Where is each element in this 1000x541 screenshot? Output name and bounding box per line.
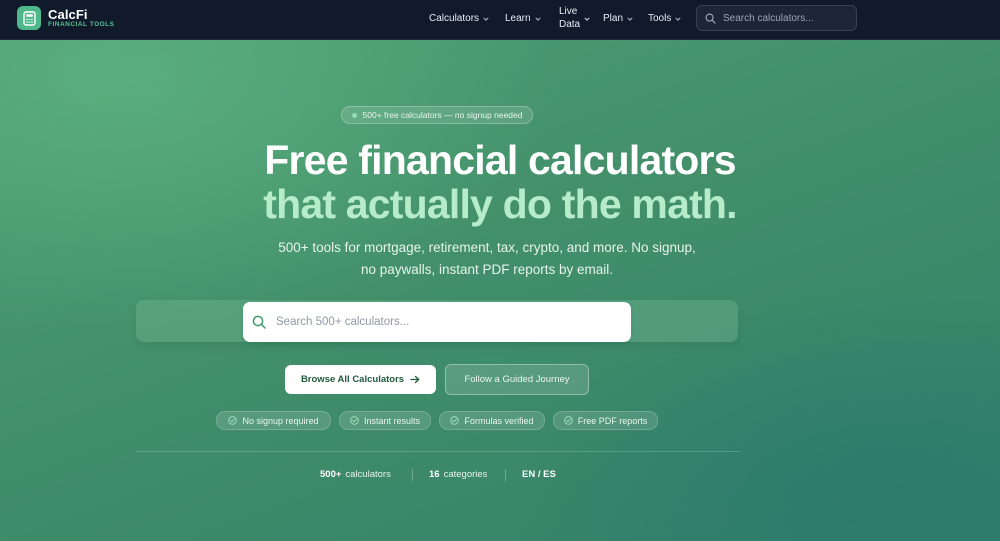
stat-calculators: 500+ calculators bbox=[320, 469, 391, 480]
stat-label: categories bbox=[443, 469, 488, 480]
button-label: Follow a Guided Journey bbox=[464, 374, 570, 385]
top-navbar: CalcFi FINANCIAL TOOLS Calculators Learn… bbox=[0, 0, 1000, 40]
hero-search-box[interactable] bbox=[243, 302, 631, 342]
chevron-down-icon bbox=[627, 17, 633, 21]
stat-label: calculators bbox=[345, 469, 391, 480]
chevron-down-icon bbox=[675, 17, 681, 21]
badge-label: Formulas verified bbox=[464, 415, 534, 426]
nav-item-tools[interactable]: Tools bbox=[648, 13, 681, 24]
nav-item-plan[interactable]: Plan bbox=[603, 13, 633, 24]
language-toggle[interactable]: EN / ES bbox=[522, 469, 556, 480]
feature-badge-formulas-verified: Formulas verified bbox=[439, 411, 545, 430]
browse-all-calculators-button[interactable]: Browse All Calculators bbox=[285, 365, 436, 394]
nav-search-input[interactable] bbox=[723, 12, 853, 24]
announcement-pill: 500+ free calculators — no signup needed bbox=[341, 106, 533, 124]
check-circle-icon bbox=[564, 416, 573, 425]
hero-headline-accent: that actually do the math. bbox=[263, 181, 737, 227]
feature-badge-free-pdf: Free PDF reports bbox=[553, 411, 658, 430]
brand-subtitle: FINANCIAL TOOLS bbox=[48, 21, 115, 28]
feature-badge-instant-results: Instant results bbox=[339, 411, 431, 430]
hero-subtitle-line1: 500+ tools for mortgage, retirement, tax… bbox=[278, 240, 696, 255]
stat-value: 500+ bbox=[320, 469, 342, 480]
nav-item-live-data[interactable]: Live Data bbox=[559, 5, 590, 31]
button-label: Browse All Calculators bbox=[300, 374, 405, 385]
status-dot-icon bbox=[351, 112, 357, 118]
stat-categories: 16 categories bbox=[429, 469, 487, 480]
chevron-down-icon bbox=[584, 17, 590, 21]
follow-guided-journey-button[interactable]: Follow a Guided Journey bbox=[445, 364, 589, 395]
calculator-icon[interactable] bbox=[17, 6, 41, 30]
arrow-right-icon bbox=[410, 375, 420, 384]
nav-item-label: Plan bbox=[603, 13, 624, 24]
hero-subtitle-line2: no paywalls, instant PDF reports by emai… bbox=[360, 262, 614, 277]
nav-item-label: Calculators bbox=[429, 13, 480, 24]
hero-headline: Free financial calculators bbox=[264, 137, 736, 183]
hero-subtitle: 500+ tools for mortgage, retirement, tax… bbox=[200, 237, 774, 281]
check-circle-icon bbox=[228, 416, 238, 425]
badge-label: Instant results bbox=[363, 415, 421, 426]
announcement-text: 500+ free calculators — no signup needed bbox=[362, 110, 523, 120]
chevron-down-icon bbox=[483, 17, 489, 21]
check-circle-icon bbox=[350, 416, 359, 425]
hero-search-input[interactable] bbox=[276, 316, 606, 328]
badge-label: Free PDF reports bbox=[577, 415, 648, 426]
nav-item-label: Learn bbox=[505, 13, 531, 24]
stat-separator bbox=[412, 469, 413, 481]
badge-label: No signup required bbox=[242, 415, 319, 426]
nav-item-label-line1: Live bbox=[559, 6, 578, 17]
nav-search-box[interactable] bbox=[696, 5, 857, 31]
brand-name[interactable]: CalcFi bbox=[48, 7, 88, 22]
nav-item-label: Tools bbox=[648, 13, 672, 24]
nav-item-learn[interactable]: Learn bbox=[505, 13, 541, 24]
check-circle-icon bbox=[450, 416, 460, 425]
search-icon bbox=[252, 315, 266, 329]
feature-badge-no-signup: No signup required bbox=[216, 411, 331, 430]
stat-value: 16 bbox=[429, 469, 440, 480]
language-value: EN / ES bbox=[522, 469, 556, 480]
chevron-down-icon bbox=[534, 17, 541, 21]
stat-separator bbox=[505, 469, 506, 481]
hero-section: 500+ free calculators — no signup needed… bbox=[0, 40, 1000, 541]
nav-item-calculators[interactable]: Calculators bbox=[429, 13, 489, 24]
nav-item-label-line2: Data bbox=[559, 19, 581, 30]
search-icon bbox=[705, 13, 716, 24]
section-divider bbox=[136, 451, 740, 452]
